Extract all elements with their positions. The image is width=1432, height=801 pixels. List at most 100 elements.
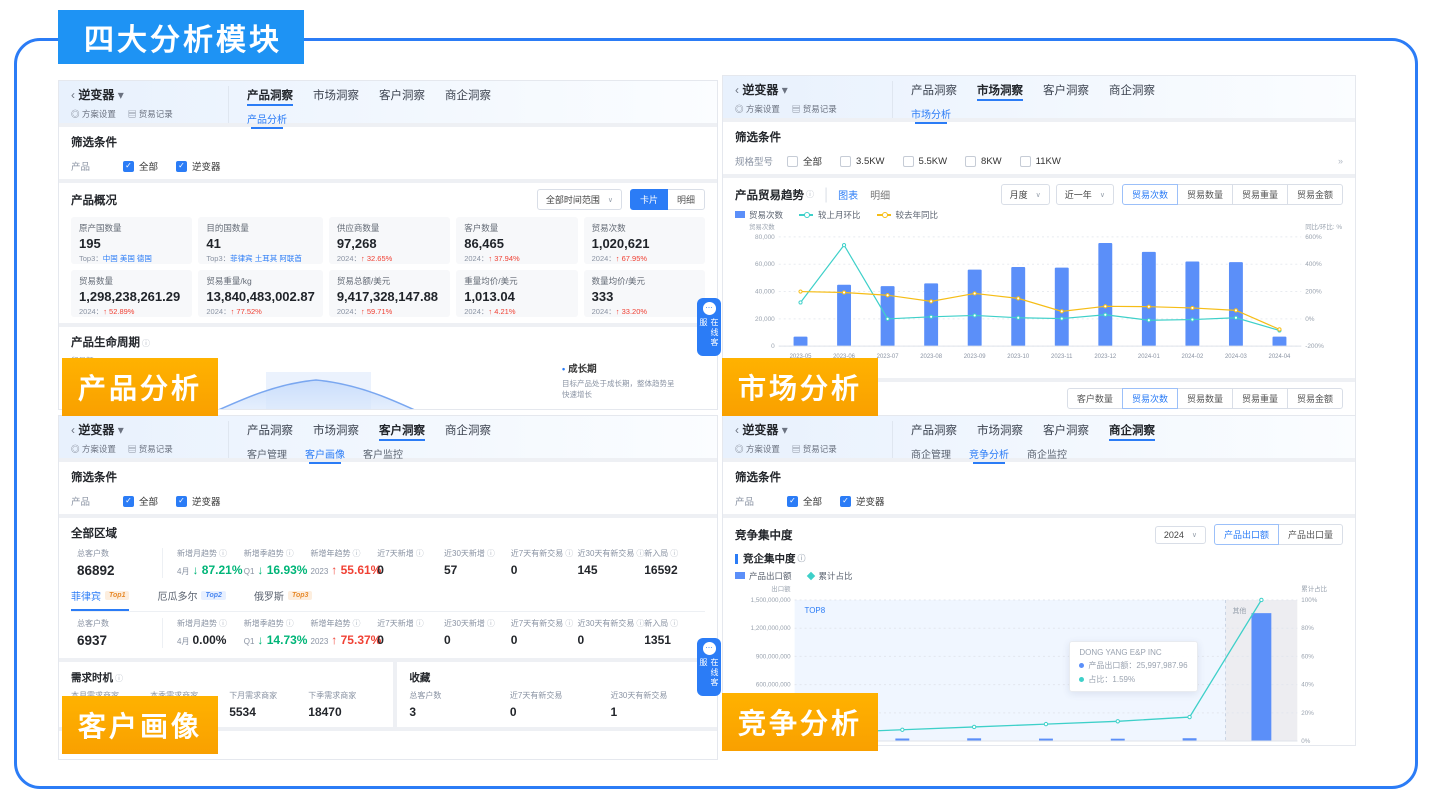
tab-customer-insight[interactable]: 客户洞察 bbox=[379, 422, 425, 438]
tab-product-insight[interactable]: 产品洞察 bbox=[911, 82, 957, 98]
checkbox-inverter[interactable]: ✓逆变器 bbox=[840, 494, 885, 508]
export-amount-button[interactable]: 产品出口额 bbox=[1214, 524, 1279, 545]
export-volume-button[interactable]: 产品出口量 bbox=[1278, 524, 1343, 545]
product-overview-section: 产品概况 全部时间范围∨ 卡片 明细 原产国数量195Top3：中国 美国 德国… bbox=[59, 183, 717, 323]
tab-customer-insight[interactable]: 客户洞察 bbox=[1043, 82, 1089, 98]
scheme-setting-link[interactable]: ◎ 方案设置 bbox=[71, 108, 116, 120]
time-range-select[interactable]: 全部时间范围∨ bbox=[537, 189, 622, 210]
dist-trade-qty-button[interactable]: 贸易数量 bbox=[1177, 388, 1233, 409]
subtab-product-analysis[interactable]: 产品分析 bbox=[247, 111, 287, 126]
subtab-competition-analysis[interactable]: 竞争分析 bbox=[969, 446, 1009, 461]
year-select[interactable]: 2024∨ bbox=[1155, 526, 1206, 544]
tab-product-insight[interactable]: 产品洞察 bbox=[911, 422, 957, 438]
dist-customer-count-button[interactable]: 客户数量 bbox=[1067, 388, 1123, 409]
svg-text:2023-10: 2023-10 bbox=[1007, 354, 1030, 360]
market-panel-header: ‹ 逆变器 ▾ ◎ 方案设置 ▤ 贸易记录 产品洞察 市场洞察 客户洞察 商企洞… bbox=[723, 76, 1355, 118]
checkbox-all[interactable]: ✓全部 bbox=[787, 154, 822, 168]
info-icon: ⓘ bbox=[286, 619, 294, 628]
subtab-company-manage[interactable]: 商企管理 bbox=[911, 446, 951, 461]
checkbox-icon: ✓ bbox=[965, 156, 976, 167]
chevron-down-icon: ∨ bbox=[1036, 191, 1041, 199]
trade-records-link[interactable]: ▤ 贸易记录 bbox=[792, 443, 837, 455]
scheme-setting-link[interactable]: ◎ 方案设置 bbox=[735, 443, 780, 455]
trade-records-link[interactable]: ▤ 贸易记录 bbox=[792, 103, 837, 115]
country-tab-russia[interactable]: 俄罗斯Top3 bbox=[254, 588, 312, 611]
svg-text:2023-09: 2023-09 bbox=[964, 354, 987, 360]
scheme-setting-link[interactable]: ◎ 方案设置 bbox=[735, 103, 780, 115]
checkbox-5-5kw[interactable]: ✓5.5KW bbox=[903, 156, 948, 167]
filter-label: 产品 bbox=[735, 494, 787, 508]
stage-card-growth[interactable]: •成长期 目标产品处于成长期，整体趋势呈快速增长 bbox=[553, 355, 685, 407]
frequency-select[interactable]: 月度∨ bbox=[1001, 184, 1050, 205]
chart-view-toggle[interactable]: 图表 bbox=[838, 187, 858, 202]
metric-trade-weight-button[interactable]: 贸易重量 bbox=[1232, 184, 1288, 205]
bar-legend-swatch bbox=[735, 211, 745, 218]
info-icon: ⓘ bbox=[353, 619, 361, 628]
lifecycle-title: 产品生命周期 bbox=[71, 334, 140, 350]
concentration-legend: 产品出口额 累计占比 bbox=[735, 570, 1343, 582]
subtab-customer-profile[interactable]: 客户画像 bbox=[305, 446, 345, 461]
checkbox-all[interactable]: ✓全部 bbox=[123, 159, 158, 173]
tab-company-insight[interactable]: 商企洞察 bbox=[1109, 422, 1155, 438]
online-service-button[interactable]: ⋯ 在线客服 bbox=[697, 638, 721, 696]
metric-trade-amount-button[interactable]: 贸易金额 bbox=[1287, 184, 1343, 205]
tab-market-insight[interactable]: 市场洞察 bbox=[977, 422, 1023, 438]
scheme-setting-link[interactable]: ◎ 方案设置 bbox=[71, 443, 116, 455]
entity-selector[interactable]: ‹ 逆变器 ▾ bbox=[735, 81, 892, 98]
subtab-customer-monitor[interactable]: 客户监控 bbox=[363, 446, 403, 461]
subtab-market-analysis[interactable]: 市场分析 bbox=[911, 106, 951, 121]
card-view-button[interactable]: 卡片 bbox=[630, 189, 668, 210]
metric-trade-count-button[interactable]: 贸易次数 bbox=[1122, 184, 1178, 205]
chart-tooltip: DONG YANG E&P INC 产品出口额：25,997,987.96 占比… bbox=[1069, 641, 1197, 692]
checkbox-all[interactable]: ✓全部 bbox=[787, 494, 822, 508]
trade-records-link[interactable]: ▤ 贸易记录 bbox=[128, 443, 173, 455]
tab-market-insight[interactable]: 市场洞察 bbox=[313, 422, 359, 438]
svg-text:80,000: 80,000 bbox=[755, 234, 775, 241]
checkbox-11kw[interactable]: ✓11KW bbox=[1020, 156, 1061, 167]
subtab-company-monitor[interactable]: 商企监控 bbox=[1027, 446, 1067, 461]
customer-filter-section: 筛选条件 产品 ✓全部 ✓逆变器 bbox=[59, 462, 717, 514]
svg-text:200%: 200% bbox=[1305, 289, 1322, 296]
dist-trade-count-button[interactable]: 贸易次数 bbox=[1122, 388, 1178, 409]
tab-customer-insight[interactable]: 客户洞察 bbox=[1043, 422, 1089, 438]
detail-view-toggle[interactable]: 明细 bbox=[870, 187, 890, 202]
entity-selector[interactable]: ‹ 逆变器 ▾ bbox=[71, 86, 228, 103]
subtab-customer-manage[interactable]: 客户管理 bbox=[247, 446, 287, 461]
tab-product-insight[interactable]: 产品洞察 bbox=[247, 422, 293, 438]
svg-text:60,000: 60,000 bbox=[755, 261, 775, 268]
tab-product-insight[interactable]: 产品洞察 bbox=[247, 87, 293, 103]
checkbox-8kw[interactable]: ✓8KW bbox=[965, 156, 1002, 167]
tab-customer-insight[interactable]: 客户洞察 bbox=[379, 87, 425, 103]
tab-market-insight[interactable]: 市场洞察 bbox=[977, 82, 1023, 98]
dist-trade-amount-button[interactable]: 贸易金额 bbox=[1287, 388, 1343, 409]
tab-company-insight[interactable]: 商企洞察 bbox=[445, 422, 491, 438]
expand-icon[interactable]: » bbox=[1338, 156, 1343, 166]
top3-badge: Top3 bbox=[288, 591, 312, 600]
checkbox-inverter[interactable]: ✓逆变器 bbox=[176, 159, 221, 173]
overview-title: 产品概况 bbox=[71, 192, 117, 208]
checkbox-inverter[interactable]: ✓逆变器 bbox=[176, 494, 221, 508]
tab-company-insight[interactable]: 商企洞察 bbox=[445, 87, 491, 103]
tab-company-insight[interactable]: 商企洞察 bbox=[1109, 82, 1155, 98]
dist-trade-weight-button[interactable]: 贸易重量 bbox=[1232, 388, 1288, 409]
diamond-legend-swatch bbox=[806, 572, 814, 580]
divider: | bbox=[824, 186, 828, 204]
overlay-label-customer: 客户画像 bbox=[62, 696, 218, 754]
metric-trade-qty-button[interactable]: 贸易数量 bbox=[1177, 184, 1233, 205]
trade-records-link[interactable]: ▤ 贸易记录 bbox=[128, 108, 173, 120]
checkbox-icon: ✓ bbox=[787, 496, 798, 507]
detail-view-button[interactable]: 明细 bbox=[667, 189, 705, 210]
country-tab-ecuador[interactable]: 厄瓜多尔Top2 bbox=[157, 588, 225, 611]
entity-selector[interactable]: ‹ 逆变器 ▾ bbox=[735, 421, 892, 438]
checkbox-icon: ✓ bbox=[840, 156, 851, 167]
checkbox-all[interactable]: ✓全部 bbox=[123, 494, 158, 508]
svg-text:2024-02: 2024-02 bbox=[1181, 354, 1204, 360]
online-service-button[interactable]: ⋯ 在线客服 bbox=[697, 298, 721, 356]
tab-market-insight[interactable]: 市场洞察 bbox=[313, 87, 359, 103]
country-tab-philippines[interactable]: 菲律宾Top1 bbox=[71, 588, 129, 611]
bullet-icon: • bbox=[562, 364, 565, 374]
checkbox-3-5kw[interactable]: ✓3.5KW bbox=[840, 156, 885, 167]
svg-text:贸易次数: 贸易次数 bbox=[749, 223, 775, 231]
range-select[interactable]: 近一年∨ bbox=[1056, 184, 1114, 205]
entity-selector[interactable]: ‹ 逆变器 ▾ bbox=[71, 421, 228, 438]
